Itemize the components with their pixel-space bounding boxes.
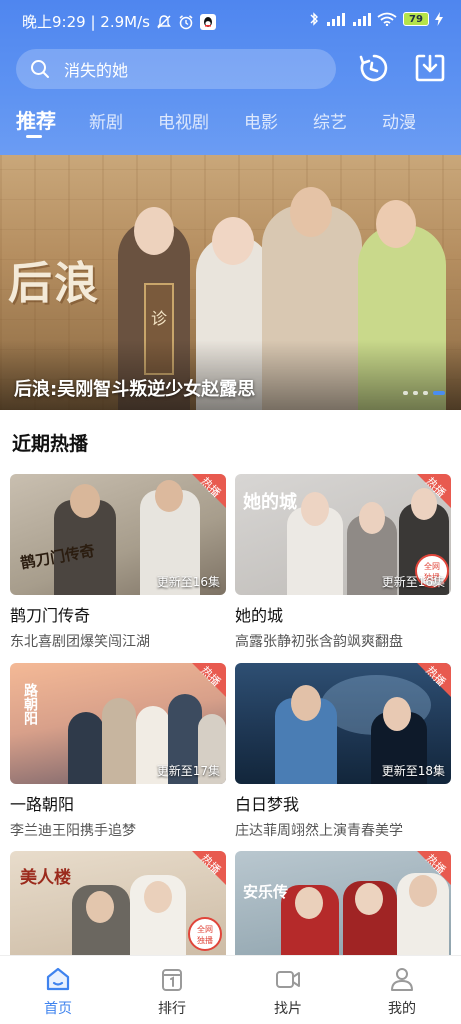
show-thumbnail: 安乐传 热播 xyxy=(235,851,451,955)
bluetooth-icon xyxy=(310,12,318,26)
carousel-indicator xyxy=(403,391,445,395)
nav-ranking[interactable]: 排行 xyxy=(142,966,202,1018)
thumb-calligraphy: 她的城 xyxy=(243,492,297,513)
show-subtitle: 李兰迪王阳携手追梦 xyxy=(10,823,136,839)
section-title: 近期热播 xyxy=(12,433,89,455)
status-time: 晚上9:29 | 2.9M/s xyxy=(22,13,150,31)
tab-variety[interactable]: 综艺 xyxy=(313,108,347,133)
hot-badge: 热播 xyxy=(178,663,226,711)
battery-indicator: 79 xyxy=(403,12,429,26)
category-tabs: 推荐 新剧 电视剧 电影 综艺 动漫 xyxy=(0,102,461,142)
thumb-calligraphy: 安乐传 xyxy=(243,883,289,901)
show-card[interactable]: 路朝阳 热播 更新至17集 一路朝阳 李兰迪王阳携手追梦 xyxy=(10,663,226,840)
show-thumbnail: 热播 更新至18集 xyxy=(235,663,451,784)
nav-home[interactable]: 首页 xyxy=(28,966,88,1018)
tab-movies[interactable]: 电影 xyxy=(244,108,278,133)
thumb-head xyxy=(86,891,114,923)
nav-profile[interactable]: 我的 xyxy=(372,966,432,1018)
mute-bell-icon xyxy=(157,14,171,28)
history-icon[interactable] xyxy=(358,52,390,84)
show-subtitle: 高露张静初张含韵飒爽翻盘 xyxy=(235,634,403,650)
video-camera-icon xyxy=(276,971,300,988)
carousel-dot xyxy=(403,391,408,395)
hot-badge: 热播 xyxy=(178,474,226,522)
signal-hd-icon xyxy=(327,13,345,26)
show-title: 白日梦我 xyxy=(235,795,300,814)
nav-label: 我的 xyxy=(388,1001,416,1017)
status-bar: 晚上9:29 | 2.9M/s 79 xyxy=(0,0,461,40)
download-icon[interactable] xyxy=(414,52,446,84)
show-thumbnail: 她的城 全网 独播 热播 更新至16集 xyxy=(235,474,451,595)
hot-badge: 热播 xyxy=(403,663,451,711)
hero-logo: 后浪 xyxy=(8,258,100,309)
ranking-icon xyxy=(162,969,182,991)
thumb-figure xyxy=(68,712,104,784)
hero-head-4 xyxy=(376,200,416,248)
alarm-clock-icon xyxy=(179,14,193,29)
thumb-head xyxy=(291,685,321,721)
tab-tv-series[interactable]: 电视剧 xyxy=(158,108,209,133)
hero-head-1 xyxy=(134,207,174,255)
charging-icon xyxy=(435,12,443,26)
show-card[interactable]: 美人楼 全网 独播 热播 xyxy=(10,851,226,955)
active-tab-indicator xyxy=(26,135,42,138)
carousel-dot xyxy=(413,391,418,395)
hero-head-3 xyxy=(290,187,332,237)
thumb-figure xyxy=(102,698,136,784)
show-subtitle: 东北喜剧团爆笑闯江湖 xyxy=(10,634,150,650)
signal-hd-icon-2 xyxy=(353,13,371,26)
hot-badge: 热播 xyxy=(403,851,451,899)
search-placeholder: 消失的她 xyxy=(64,61,129,80)
thumb-calligraphy: 路朝阳 xyxy=(22,683,38,725)
thumb-calligraphy: 美人楼 xyxy=(20,868,71,888)
show-title: 一路朝阳 xyxy=(10,795,75,814)
exclusive-badge: 全网 独播 xyxy=(188,917,222,951)
thumb-head xyxy=(70,484,100,518)
wifi-icon xyxy=(377,12,397,26)
show-card[interactable]: 安乐传 热播 xyxy=(235,851,451,955)
carousel-dot-active xyxy=(433,391,445,395)
search-icon xyxy=(31,60,49,78)
show-subtitle: 庄达菲周翊然上演青春美学 xyxy=(235,823,403,839)
tab-recommended[interactable]: 推荐 xyxy=(16,105,56,134)
nav-label: 首页 xyxy=(44,1001,72,1017)
hero-caption: 后浪:吴刚智斗叛逆少女赵露思 xyxy=(14,379,256,400)
tab-new-drama[interactable]: 新剧 xyxy=(89,108,123,133)
header: 晚上9:29 | 2.9M/s 79 消失的她 推荐 新剧 电视剧 电影 综艺 … xyxy=(0,0,461,155)
home-icon xyxy=(46,967,70,991)
episode-count: 更新至17集 xyxy=(156,764,220,778)
hero-head-2 xyxy=(212,217,254,265)
thumb-head xyxy=(355,883,383,915)
bottom-navigation: 首页 排行 找片 我的 xyxy=(0,955,461,1024)
nav-label: 排行 xyxy=(158,1001,186,1017)
episode-count: 更新至16集 xyxy=(381,575,445,589)
qq-icon xyxy=(199,13,216,30)
show-title: 她的城 xyxy=(235,606,284,625)
tab-anime[interactable]: 动漫 xyxy=(382,108,416,133)
thumb-head xyxy=(295,887,323,919)
episode-count: 更新至16集 xyxy=(156,575,220,589)
show-card[interactable]: 热播 更新至18集 白日梦我 庄达菲周翊然上演青春美学 xyxy=(235,663,451,840)
carousel-dot xyxy=(423,391,428,395)
nav-label: 找片 xyxy=(274,1001,302,1017)
hot-badge: 热播 xyxy=(178,851,226,899)
show-thumbnail: 美人楼 全网 独播 热播 xyxy=(10,851,226,955)
hero-banner[interactable]: 后浪 诊 后浪:吴刚智斗叛逆少女赵露思 xyxy=(0,155,461,410)
show-thumbnail: 鹊刀门传奇 热播 更新至16集 xyxy=(10,474,226,595)
nav-find-movies[interactable]: 找片 xyxy=(258,966,318,1018)
search-bar[interactable]: 消失的她 xyxy=(16,49,336,89)
profile-icon xyxy=(391,968,413,991)
episode-count: 更新至18集 xyxy=(381,764,445,778)
hot-badge: 热播 xyxy=(403,474,451,522)
thumb-head xyxy=(301,492,329,526)
show-card[interactable]: 她的城 全网 独播 热播 更新至16集 她的城 高露张静初张含韵飒爽翻盘 xyxy=(235,474,451,651)
show-thumbnail: 路朝阳 热播 更新至17集 xyxy=(10,663,226,784)
show-card[interactable]: 鹊刀门传奇 热播 更新至16集 鹊刀门传奇 东北喜剧团爆笑闯江湖 xyxy=(10,474,226,651)
show-title: 鹊刀门传奇 xyxy=(10,606,91,625)
thumb-head xyxy=(144,881,172,913)
thumb-head xyxy=(359,502,385,534)
